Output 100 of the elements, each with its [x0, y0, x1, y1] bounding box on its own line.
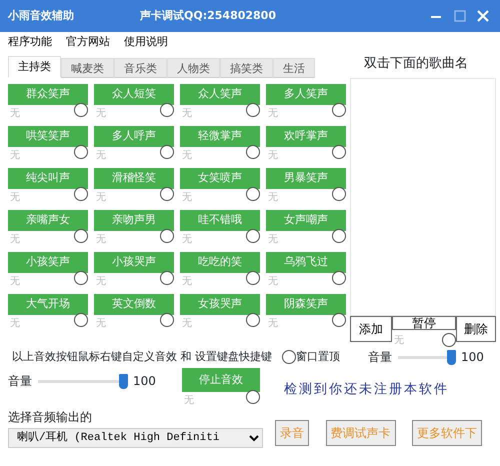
effect-button[interactable]: 男暴笑声	[266, 168, 346, 189]
radio-button[interactable]	[442, 333, 456, 347]
hotkey-field[interactable]: 无	[266, 232, 326, 246]
effect-button[interactable]: 小孩哭声	[94, 252, 174, 273]
action-button[interactable]: 更多软件下	[412, 420, 482, 446]
effect-button[interactable]: 大气开场	[8, 294, 88, 315]
radio-button[interactable]	[160, 187, 174, 201]
effect-button[interactable]: 滑稽怪笑	[94, 168, 174, 189]
hotkey-field[interactable]: 无	[180, 232, 240, 246]
radio-button[interactable]	[332, 271, 346, 285]
hotkey-field[interactable]: 无	[8, 106, 68, 120]
radio-button[interactable]	[160, 313, 174, 327]
effect-button[interactable]: 欢呼掌声	[266, 126, 346, 147]
radio-button[interactable]	[160, 103, 174, 117]
hotkey-field[interactable]: 无	[8, 190, 68, 204]
hotkey-field[interactable]: 无	[94, 274, 154, 288]
playlist-heading: 双击下面的歌曲名	[364, 55, 469, 73]
output-device-select[interactable]: 喇叭/耳机 (Realtek High Definiti	[8, 428, 263, 448]
hotkey-field[interactable]: 无	[94, 106, 154, 120]
effect-button[interactable]: 女孩哭声	[180, 294, 260, 315]
hotkey-field[interactable]: 无	[8, 148, 68, 162]
effect-button[interactable]: 小孩笑声	[8, 252, 88, 273]
tab[interactable]: 生活	[273, 58, 315, 78]
effect-button[interactable]: 众人短笑	[94, 84, 174, 105]
hotkey-field[interactable]: 无	[266, 190, 326, 204]
effect-button[interactable]: 多人呼声	[94, 126, 174, 147]
menu-item[interactable]: 官方网站	[66, 34, 110, 50]
effect-button[interactable]: 吃吃的笑	[180, 252, 260, 273]
radio-button[interactable]	[246, 313, 260, 327]
radio-button[interactable]	[282, 350, 296, 364]
menu-item[interactable]: 使用说明	[124, 34, 168, 50]
topmost-label[interactable]: 窗口置顶	[296, 348, 340, 366]
pause-button[interactable]: 暂停	[392, 316, 456, 330]
menu-item[interactable]: 程序功能	[8, 34, 52, 50]
effect-button[interactable]: 乌鸦飞过	[266, 252, 346, 273]
effect-button[interactable]: 亲嘴声女	[8, 210, 88, 231]
hotkey-field[interactable]: 无	[182, 392, 242, 408]
hotkey-field[interactable]: 无	[266, 274, 326, 288]
delete-button[interactable]: 删除	[456, 316, 496, 342]
radio-button[interactable]	[332, 187, 346, 201]
effect-button[interactable]: 多人笑声	[266, 84, 346, 105]
hotkey-field[interactable]: 无	[180, 106, 240, 120]
effect-button[interactable]: 亲吻声男	[94, 210, 174, 231]
window-subtitle: 声卡调试QQ:254802800	[140, 8, 276, 24]
slider-thumb[interactable]	[118, 374, 128, 388]
radio-button[interactable]	[160, 145, 174, 159]
radio-button[interactable]	[74, 103, 88, 117]
radio-button[interactable]	[332, 103, 346, 117]
radio-button[interactable]	[246, 390, 260, 404]
tab[interactable]: 喊麦类	[61, 58, 114, 78]
radio-button[interactable]	[160, 271, 174, 285]
hotkey-field[interactable]: 无	[8, 274, 68, 288]
hotkey-field[interactable]: 无	[94, 232, 154, 246]
tab[interactable]: 主持类	[8, 56, 61, 78]
effect-button[interactable]: 轻微掌声	[180, 126, 260, 147]
hotkey-field[interactable]: 无	[94, 190, 154, 204]
radio-button[interactable]	[74, 187, 88, 201]
effect-button[interactable]: 女声嘲声	[266, 210, 346, 231]
slider-thumb[interactable]	[446, 350, 456, 364]
hotkey-field[interactable]: 无	[180, 190, 240, 204]
hotkey-field[interactable]: 无	[94, 316, 154, 330]
effect-button[interactable]: 英文倒数	[94, 294, 174, 315]
hotkey-field[interactable]: 无	[266, 316, 326, 330]
action-button[interactable]: 录音	[275, 420, 309, 446]
hotkey-field[interactable]: 无	[8, 232, 68, 246]
effect-button[interactable]: 阴森笑声	[266, 294, 346, 315]
radio-button[interactable]	[74, 271, 88, 285]
radio-button[interactable]	[246, 145, 260, 159]
hotkey-field[interactable]: 无	[180, 148, 240, 162]
hotkey-field[interactable]: 无	[266, 106, 326, 120]
radio-button[interactable]	[246, 271, 260, 285]
effect-button[interactable]: 哄笑笑声	[8, 126, 88, 147]
hotkey-field[interactable]: 无	[94, 148, 154, 162]
tab[interactable]: 人物类	[167, 58, 220, 78]
radio-button[interactable]	[160, 229, 174, 243]
radio-button[interactable]	[332, 313, 346, 327]
add-button[interactable]: 添加	[350, 316, 392, 342]
effect-button[interactable]: 女笑喷声	[180, 168, 260, 189]
hotkey-field[interactable]: 无	[266, 148, 326, 162]
radio-button[interactable]	[246, 187, 260, 201]
tab[interactable]: 音乐类	[114, 58, 167, 78]
hotkey-field[interactable]: 无	[8, 316, 68, 330]
radio-button[interactable]	[332, 229, 346, 243]
radio-button[interactable]	[74, 229, 88, 243]
effect-button[interactable]: 群众笑声	[8, 84, 88, 105]
action-button[interactable]: 费调试声卡	[326, 420, 396, 446]
effect-button[interactable]: 众人笑声	[180, 84, 260, 105]
volume-label: 音量	[8, 373, 32, 390]
radio-button[interactable]	[332, 145, 346, 159]
tab[interactable]: 搞笑类	[220, 58, 273, 78]
hotkey-field[interactable]: 无	[180, 274, 240, 288]
effect-button[interactable]: 纯尖叫声	[8, 168, 88, 189]
radio-button[interactable]	[74, 145, 88, 159]
hotkey-field[interactable]: 无	[392, 332, 432, 348]
radio-button[interactable]	[74, 313, 88, 327]
radio-button[interactable]	[246, 229, 260, 243]
hotkey-field[interactable]: 无	[180, 316, 240, 330]
radio-button[interactable]	[246, 103, 260, 117]
effect-button[interactable]: 哇不错哦	[180, 210, 260, 231]
effect-button[interactable]: 停止音效	[182, 368, 260, 392]
